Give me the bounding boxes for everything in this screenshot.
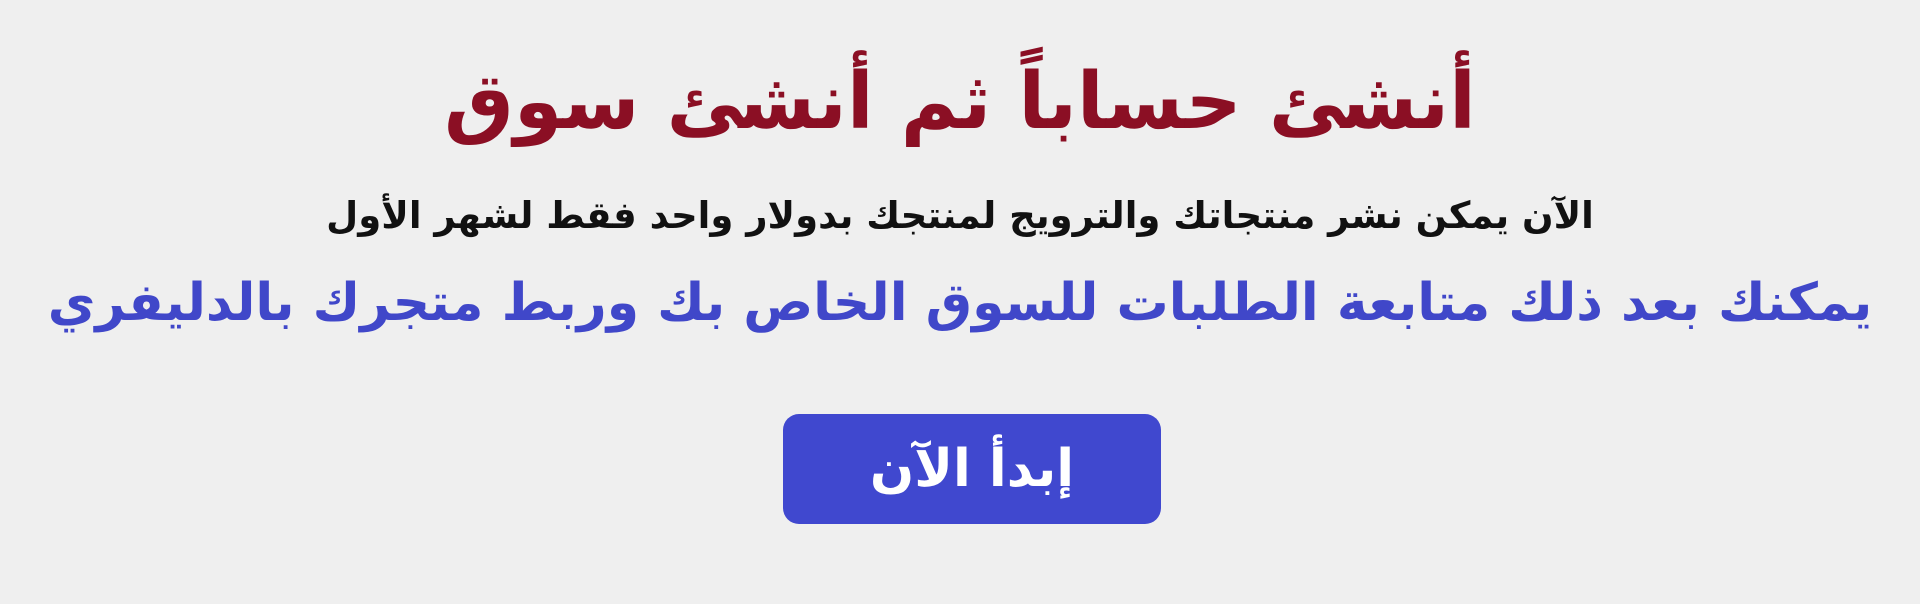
hero-subtitle: الآن يمكن نشر منتجاتك والترويج لمنتجك بد… (326, 194, 1594, 237)
signup-hero-section: أنشئ حساباً ثم أنشئ سوق الآن يمكن نشر من… (0, 0, 1920, 604)
start-now-button[interactable]: إبدأ الآن (783, 414, 1161, 524)
hero-title: أنشئ حساباً ثم أنشئ سوق (444, 57, 1476, 147)
hero-highlight-text: يمكنك بعد ذلك متابعة الطلبات للسوق الخاص… (47, 273, 1873, 333)
